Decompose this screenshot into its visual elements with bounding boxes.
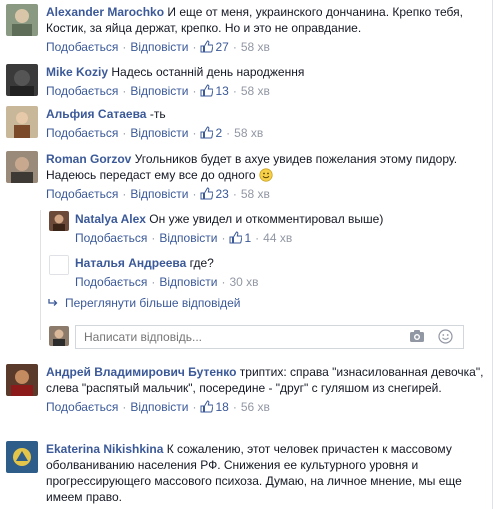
reply-thread-line: [40, 210, 41, 340]
like-button[interactable]: Подобається: [46, 187, 118, 201]
reply-author[interactable]: Наталья Андреева: [75, 256, 186, 270]
reply-time[interactable]: 44 хв: [263, 231, 292, 245]
reply-button[interactable]: Відповісти: [159, 231, 217, 245]
comment-author[interactable]: Alexander Marochko: [46, 5, 164, 19]
reply-time[interactable]: 30 хв: [229, 275, 258, 289]
avatar[interactable]: [6, 364, 38, 396]
view-more-replies-label: Переглянути більше відповідей: [65, 296, 241, 310]
reply-button[interactable]: Відповісти: [130, 126, 188, 140]
avatar[interactable]: [49, 255, 69, 275]
reply-text: Он уже увидел и откомментировал выше): [149, 212, 384, 226]
avatar[interactable]: [6, 151, 38, 183]
comment-actions: Подобається · Відповісти · 18 · 56 хв: [46, 400, 270, 414]
comment-author[interactable]: Roman Gorzov: [46, 152, 131, 166]
thumbs-up-icon: [200, 40, 214, 53]
reply-button[interactable]: Відповісти: [159, 275, 217, 289]
comment-author[interactable]: Андрей Владимирович Бутенко: [46, 365, 236, 379]
reply-composer: [75, 325, 464, 349]
comment-text: Надесь останній день народження: [111, 65, 305, 79]
avatar[interactable]: [6, 64, 38, 96]
like-button[interactable]: Подобається: [46, 84, 118, 98]
like-count[interactable]: 13: [200, 84, 229, 98]
reply-button[interactable]: Відповісти: [130, 187, 188, 201]
like-button[interactable]: Подобається: [46, 40, 118, 54]
reply-button[interactable]: Відповісти: [130, 400, 188, 414]
comment-actions: Подобається · Відповісти · 13 · 58 хв: [46, 84, 270, 98]
camera-icon[interactable]: [409, 329, 425, 346]
thumbs-up-icon: [200, 126, 214, 139]
reply-actions: Подобається · Відповісти · 30 хв: [75, 275, 259, 289]
reply-text: где?: [189, 256, 214, 270]
thumbs-up-icon: [200, 84, 214, 97]
comment-author[interactable]: Альфия Сатаева: [46, 107, 146, 121]
reply-input[interactable]: [82, 329, 386, 345]
like-button[interactable]: Подобається: [75, 275, 147, 289]
comment-time[interactable]: 58 хв: [241, 84, 270, 98]
comment-actions: Подобається · Відповісти · 23 · 58 хв: [46, 187, 270, 201]
emoji-icon[interactable]: [438, 329, 453, 347]
comment-actions: Подобається · Відповісти · 2 · 58 хв: [46, 126, 264, 140]
avatar[interactable]: [6, 106, 38, 138]
like-count[interactable]: 18: [200, 400, 229, 414]
view-more-replies-link[interactable]: Переглянути більше відповідей: [47, 296, 240, 310]
reply-arrow-icon: [48, 299, 58, 306]
like-button[interactable]: Подобається: [75, 231, 147, 245]
current-user-avatar: [49, 326, 69, 346]
thumbs-up-icon: [200, 187, 214, 200]
reply-actions: Подобається · Відповісти · 1 · 44 хв: [75, 231, 293, 245]
comment-actions: Подобається · Відповісти · 27 · 58 хв: [46, 40, 270, 54]
thumbs-up-icon: [229, 231, 243, 244]
avatar[interactable]: [6, 4, 38, 36]
reply-author[interactable]: Natalya Alex: [75, 212, 146, 226]
reply-button[interactable]: Відповісти: [130, 40, 188, 54]
comment-time[interactable]: 58 хв: [234, 126, 263, 140]
like-count[interactable]: 2: [200, 126, 222, 140]
like-count[interactable]: 23: [200, 187, 229, 201]
comment-time[interactable]: 56 хв: [241, 400, 270, 414]
comment-author[interactable]: Mike Koziy: [46, 65, 108, 79]
thumbs-up-icon: [200, 400, 214, 413]
comment-text: -ть: [149, 107, 166, 121]
reply-button[interactable]: Відповісти: [130, 84, 188, 98]
comment-time[interactable]: 58 хв: [241, 187, 270, 201]
like-button[interactable]: Подобається: [46, 400, 118, 414]
comment-time[interactable]: 58 хв: [241, 40, 270, 54]
like-count[interactable]: 27: [200, 40, 229, 54]
avatar[interactable]: [49, 211, 69, 231]
like-count[interactable]: 1: [229, 231, 251, 245]
like-button[interactable]: Подобається: [46, 126, 118, 140]
avatar[interactable]: [6, 441, 38, 473]
smile-emoji-icon: [259, 168, 273, 182]
comment-author[interactable]: Ekaterina Nikishkina: [46, 442, 163, 456]
